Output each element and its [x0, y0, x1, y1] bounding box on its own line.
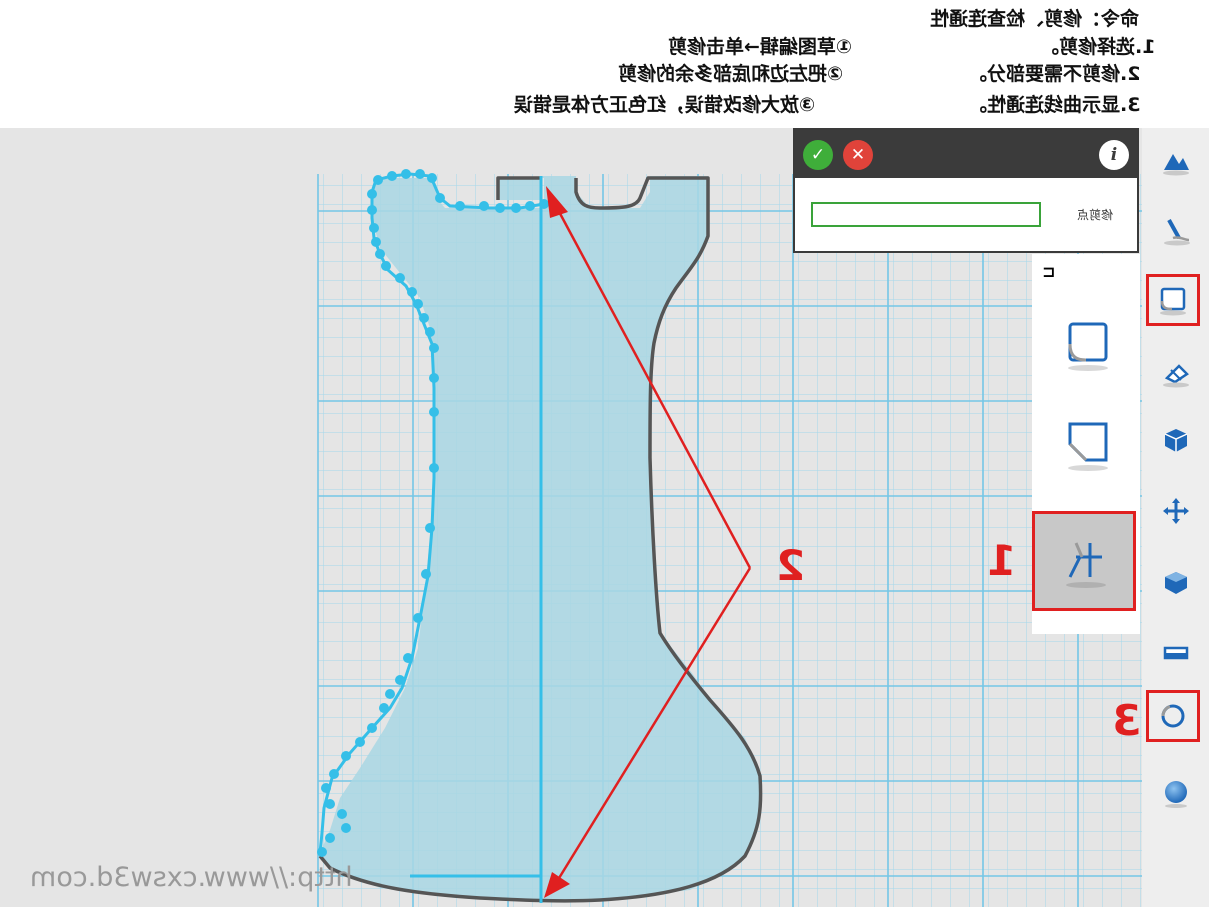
sketch-icon [1160, 287, 1186, 316]
measure-button[interactable] [1142, 620, 1209, 686]
draw-button[interactable] [1142, 198, 1209, 264]
annotation-2: 2 [776, 541, 806, 590]
sketch-rect-icon [1068, 322, 1108, 371]
instructions-header: 命令：修剪、检查连通性 1.选择修剪。 2.修剪不需要部分。 3.显示曲线连通性… [0, 0, 1209, 128]
solid-icon [1164, 429, 1187, 452]
close-icon[interactable]: ✕ [843, 140, 873, 170]
right-toolbar [1142, 128, 1209, 907]
header-note2: ②把左边和底部多余的修剪 [618, 63, 844, 85]
material-button[interactable] [1142, 760, 1209, 826]
header-step3: 3.显示曲线连通性。 [968, 94, 1141, 116]
trim-dialog: ✓ ✕ i 修剪点 [793, 128, 1139, 253]
header-title: 命令：修剪、检查连通性 [930, 8, 1140, 30]
pen-icon [1163, 219, 1190, 246]
annotation-3: 3 [1112, 696, 1142, 745]
check-icon[interactable]: ✓ [803, 140, 833, 170]
connectivity-button[interactable] [1146, 690, 1200, 742]
trim-button[interactable] [1032, 511, 1136, 611]
connectivity-icon [1161, 704, 1185, 728]
info-icon[interactable]: i [1099, 140, 1129, 170]
trim-icon [1066, 542, 1106, 588]
dialog-titlebar: ✓ ✕ i [795, 130, 1137, 178]
combine-icon [1164, 572, 1187, 594]
move-button[interactable] [1142, 478, 1209, 544]
trim-point-field[interactable] [811, 202, 1041, 227]
header-step2: 2.修剪不需要部分。 [968, 63, 1141, 85]
pin-icon[interactable]: ⊐ [1042, 262, 1055, 281]
measure-icon [1163, 646, 1188, 660]
material-icon [1164, 781, 1187, 808]
sketch-edit-button[interactable] [1142, 340, 1209, 406]
sketch-button[interactable] [1146, 274, 1200, 326]
sketch-cut-button[interactable] [1032, 384, 1140, 504]
watermark: http://www.cxsw3d.com [30, 862, 353, 893]
sketch-cut-icon [1068, 422, 1108, 471]
cloud-shapes-icon [1162, 154, 1189, 176]
trim-point-label: 修剪点 [1077, 208, 1114, 222]
basic-shapes-button[interactable] [1142, 128, 1209, 194]
sketch-subpanel: ⊐ [1032, 254, 1140, 634]
header-note3: ③放大修改错误，红色正方体是错误 [514, 94, 816, 116]
move-icon [1162, 498, 1189, 524]
header-step1: 1.选择修剪。 [1040, 36, 1156, 58]
sketch-edit-icon [1162, 364, 1189, 388]
header-note1: ①草图编辑→单击修剪 [668, 36, 853, 58]
combine-button[interactable] [1142, 550, 1209, 616]
solid-button[interactable] [1142, 408, 1209, 474]
annotation-1: 1 [987, 536, 1017, 585]
